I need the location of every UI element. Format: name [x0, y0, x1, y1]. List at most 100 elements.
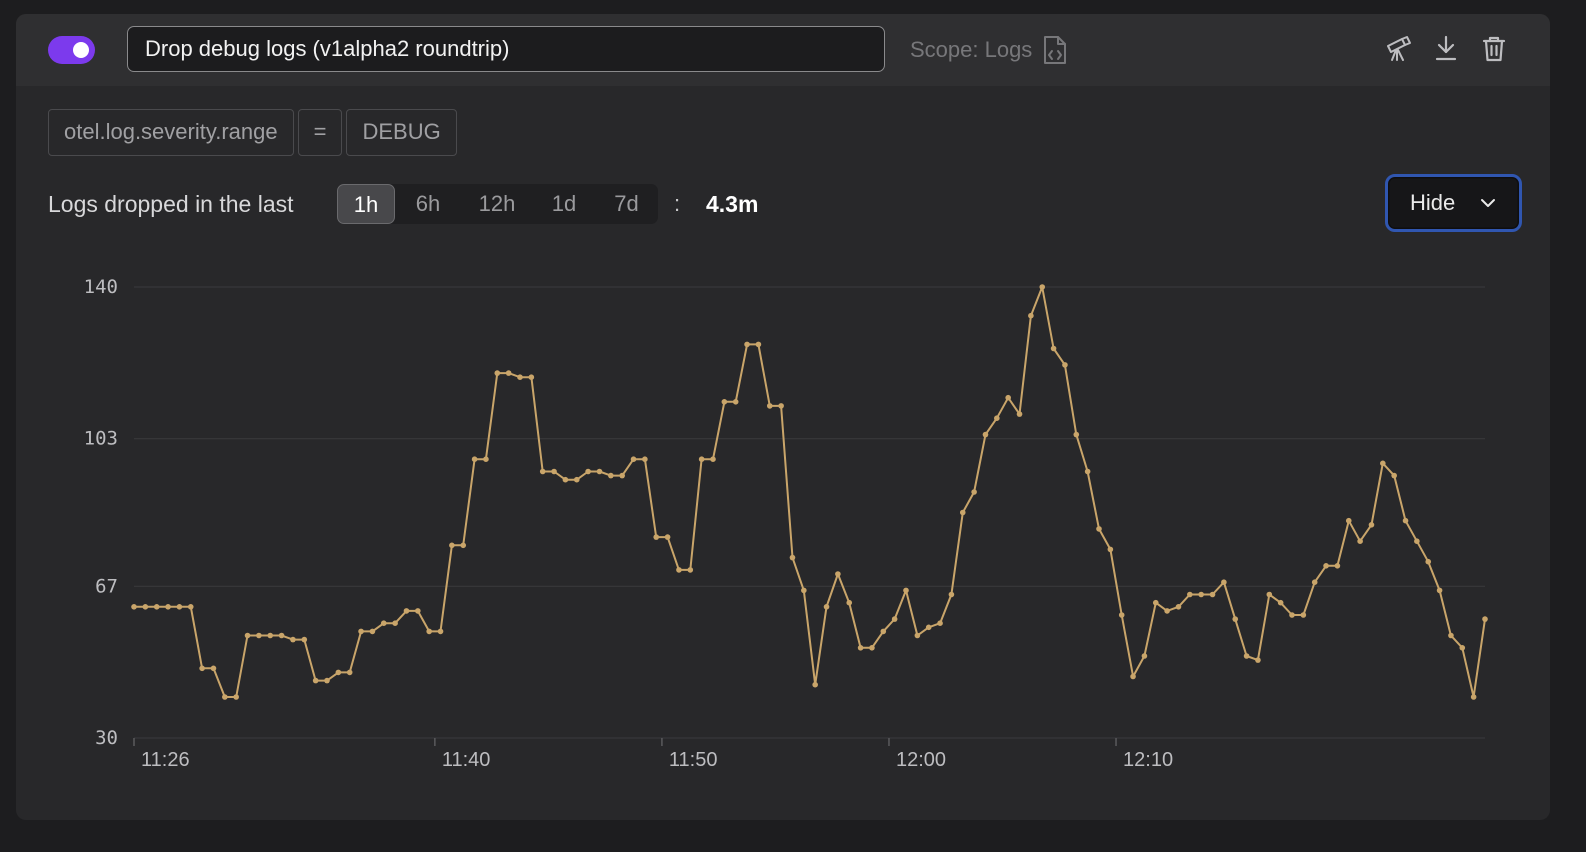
data-point	[142, 604, 149, 610]
data-point	[1107, 546, 1114, 553]
data-point	[903, 587, 909, 594]
data-point	[1198, 591, 1204, 598]
data-point	[335, 669, 342, 676]
data-point	[789, 554, 796, 561]
data-point	[267, 632, 274, 639]
data-point	[732, 399, 739, 405]
data-point	[1459, 645, 1466, 651]
data-point	[937, 620, 943, 626]
data-point	[369, 628, 376, 635]
data-point	[698, 456, 705, 463]
data-point	[835, 571, 841, 577]
data-point	[1255, 657, 1261, 663]
data-point	[539, 468, 546, 475]
data-point	[301, 636, 308, 643]
data-point	[528, 374, 535, 381]
data-point	[857, 645, 864, 651]
data-point	[880, 628, 887, 635]
data-point	[994, 415, 1000, 422]
data-point	[619, 472, 625, 479]
data-point	[959, 509, 966, 516]
data-point	[1482, 616, 1488, 622]
data-point	[1311, 579, 1318, 585]
x-tick-label: 11:40	[442, 749, 491, 771]
data-point	[1243, 653, 1250, 659]
data-point	[494, 370, 501, 376]
data-point	[744, 341, 750, 348]
data-point	[891, 616, 898, 622]
data-point	[517, 374, 523, 381]
data-point	[1402, 517, 1409, 524]
data-point	[801, 587, 807, 594]
data-point	[403, 608, 410, 614]
data-point	[392, 620, 398, 626]
data-point	[642, 456, 648, 463]
x-tick-label: 11:50	[669, 749, 718, 771]
data-point	[256, 632, 262, 639]
data-point	[1130, 673, 1136, 680]
data-point	[346, 669, 353, 676]
data-point	[165, 604, 171, 610]
rule-card: Scope: Logs	[16, 14, 1550, 820]
data-point	[1164, 608, 1170, 614]
data-point	[380, 620, 387, 626]
data-point	[562, 476, 569, 483]
data-point	[312, 677, 319, 684]
data-point	[1266, 591, 1273, 598]
data-point	[358, 628, 364, 635]
data-point	[1357, 538, 1363, 544]
y-tick-label: 30	[95, 727, 118, 749]
data-point	[290, 636, 296, 643]
y-tick-label: 67	[95, 575, 118, 597]
data-point	[1414, 538, 1420, 544]
data-point	[1448, 632, 1454, 639]
data-point	[199, 665, 205, 672]
data-point	[1323, 563, 1329, 569]
data-point	[1084, 468, 1091, 475]
data-point	[1050, 345, 1057, 352]
data-point	[244, 632, 251, 639]
data-point	[585, 468, 591, 475]
data-point	[778, 403, 784, 409]
data-point	[426, 628, 432, 635]
logs-dropped-chart: 140 103 67 30 11:26 11:40 11:50 12:00 12:10	[84, 276, 1488, 771]
data-point	[324, 677, 330, 684]
data-point	[471, 456, 478, 463]
data-point	[1028, 312, 1034, 319]
data-point	[1073, 431, 1080, 438]
data-point	[1232, 616, 1239, 622]
data-point	[608, 472, 614, 479]
data-point	[1187, 591, 1193, 598]
data-point	[1016, 411, 1023, 417]
data-point	[971, 489, 977, 495]
data-point	[1039, 284, 1046, 290]
y-tick-label: 103	[84, 428, 118, 450]
data-point	[573, 476, 580, 483]
data-point	[1221, 579, 1227, 585]
data-point	[449, 542, 455, 549]
data-point	[233, 694, 239, 700]
data-point	[1062, 362, 1068, 368]
x-tick-label: 12:00	[896, 749, 946, 771]
data-point	[755, 341, 762, 348]
data-point	[1096, 526, 1102, 532]
x-tick-label: 11:26	[141, 749, 190, 771]
data-point	[1289, 612, 1295, 618]
data-point	[1277, 599, 1284, 606]
data-point	[278, 632, 285, 639]
data-point	[869, 645, 875, 651]
data-point	[1470, 694, 1477, 700]
data-point	[721, 399, 728, 405]
data-point	[1334, 563, 1341, 569]
data-point	[812, 681, 818, 688]
data-point	[505, 370, 512, 376]
data-point	[460, 542, 467, 549]
data-point	[187, 604, 194, 610]
data-point	[1425, 558, 1432, 565]
data-point	[153, 604, 160, 610]
data-point	[1436, 587, 1443, 594]
data-point	[222, 694, 228, 700]
data-point	[914, 632, 921, 639]
data-point	[1300, 612, 1307, 618]
data-point	[766, 403, 773, 409]
